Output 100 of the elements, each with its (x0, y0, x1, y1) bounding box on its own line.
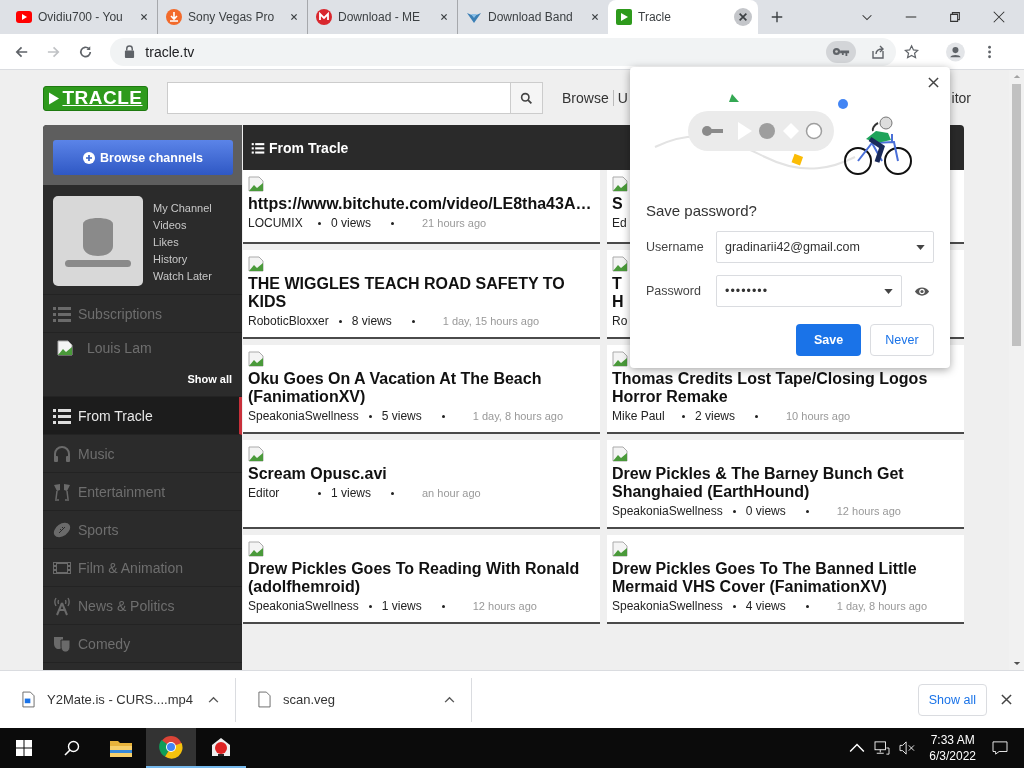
show-all-button[interactable]: Show all (917, 683, 987, 716)
close-icon[interactable] (992, 10, 1006, 24)
browser-tab[interactable]: Download Band (458, 0, 608, 34)
upload-time: 10 hours ago (786, 409, 851, 424)
play-icon (616, 9, 632, 25)
broken-image-icon (612, 446, 628, 462)
broken-image-icon (248, 256, 264, 272)
video-title[interactable]: Scream Opusc.avi (248, 465, 596, 483)
upload-time: 1 day, 8 hours ago (472, 409, 564, 424)
key-icon[interactable] (825, 40, 856, 63)
upload-time: 1 day, 15 hours ago (442, 314, 540, 329)
video-title[interactable]: Drew Pickles & The Barney Bunch Get Shanghaied (EarthHound) (612, 465, 960, 501)
video-title[interactable]: THE WIGGLES TEACH ROAD SAFETY TO KIDS (248, 275, 596, 311)
scrollbar[interactable] (1009, 70, 1024, 670)
browser-tab[interactable]: Tracle (608, 0, 758, 34)
plus-icon[interactable] (770, 10, 784, 24)
nav-link[interactable]: itor (951, 90, 971, 106)
view-count: 0 views (745, 504, 787, 519)
close-icon[interactable] (734, 8, 752, 26)
view-count: 1 views (331, 486, 372, 501)
profile-link[interactable]: Watch Later (153, 268, 212, 285)
video-title[interactable]: Oku Goes On A Vacation At The Beach (FanimationXV) (248, 370, 596, 406)
video-title[interactable]: https://www.bitchute.com/video/LE8tha43A… (248, 195, 596, 213)
search-button[interactable] (511, 82, 543, 114)
download-item[interactable]: scan.veg (236, 677, 472, 722)
list-icon (251, 140, 265, 155)
channel-name[interactable]: Mike Paul (612, 409, 672, 424)
upload-time: 12 hours ago (836, 504, 901, 519)
download-item[interactable]: Y2Mate.is - CURS....mp4 (0, 677, 236, 722)
view-count: 4 views (745, 599, 787, 614)
clock[interactable]: 7:33 AM 6/3/2022 (929, 732, 976, 764)
profile-icon[interactable] (945, 41, 965, 62)
browse-channels-button[interactable]: Browse channels (53, 140, 233, 175)
channel-name[interactable]: LOCUMIX (248, 216, 308, 231)
site-logo[interactable]: TRACLE (43, 85, 148, 111)
file-icon (258, 691, 271, 708)
caret-up-icon[interactable] (208, 696, 219, 703)
star-icon[interactable] (903, 43, 919, 60)
reload-icon[interactable] (78, 43, 94, 60)
address-bar[interactable]: tracle.tv (110, 37, 896, 66)
video-card[interactable]: https://www.bitchute.com/video/LE8tha43A… LOCUMIX 0 views 21 hours ago (243, 170, 600, 244)
dropdown-caret-icon[interactable] (884, 288, 893, 294)
channel-name[interactable]: SpeakoniaSwellness (248, 599, 359, 614)
notification-icon[interactable] (992, 741, 1008, 755)
share-icon[interactable] (869, 43, 886, 60)
search-field[interactable] (167, 82, 511, 114)
video-card[interactable]: Drew Pickles & The Barney Bunch Get Shanghaied (EarthHound) SpeakoniaSwellness 0 views 12 hours ago (607, 440, 964, 529)
username-field[interactable]: gradinarii42@gmail.com (716, 231, 934, 263)
video-title[interactable]: Drew Pickles Goes To The Banned Little Mermaid VHS Cover (FanimationXV) (612, 560, 960, 596)
never-button[interactable]: Never (870, 324, 934, 356)
plus-circle-icon (83, 151, 96, 164)
play-icon (48, 90, 61, 106)
profile-link[interactable]: Videos (153, 217, 212, 234)
channel-name[interactable]: SpeakoniaSwellness (248, 409, 359, 424)
view-count: 0 views (331, 216, 372, 231)
view-count: 2 views (695, 409, 736, 424)
close-icon[interactable] (928, 77, 939, 88)
category-item[interactable]: From Tracle (43, 397, 242, 435)
restore-icon[interactable] (948, 10, 962, 24)
caret-up-icon[interactable] (444, 696, 455, 703)
chevron-up-icon[interactable] (849, 741, 866, 755)
avatar-placeholder-icon (53, 196, 143, 286)
windows-start-icon[interactable] (16, 740, 32, 756)
save-button[interactable]: Save (796, 324, 861, 356)
eye-icon[interactable] (914, 285, 930, 297)
video-card[interactable]: Oku Goes On A Vacation At The Beach (FanimationXV) SpeakoniaSwellness 5 views 1 day, 8 hours ago (243, 345, 600, 434)
password-field[interactable]: •••••••• (716, 275, 902, 307)
show-all-link[interactable]: Show all (187, 373, 232, 385)
network-icon[interactable] (874, 741, 891, 755)
video-title[interactable]: Drew Pickles Goes To Reading With Ronald (adolfhemroid) (248, 560, 596, 596)
upload-time: 12 hours ago (472, 599, 537, 614)
upload-time: 21 hours ago (422, 216, 487, 231)
muted-speaker-icon[interactable] (899, 741, 916, 755)
m-logo-icon (316, 9, 332, 25)
upload-time: an hour ago (422, 486, 481, 501)
nav-link[interactable]: Browse (562, 90, 609, 106)
video-card[interactable]: THE WIGGLES TEACH ROAD SAFETY TO KIDS RoboticBloxxer 8 views 1 day, 15 hours ago (243, 250, 600, 339)
search-icon[interactable] (64, 740, 80, 756)
scroll-down-icon[interactable] (1012, 661, 1021, 666)
channel-name[interactable]: RoboticBloxxer (248, 314, 329, 329)
field-label: Password (646, 284, 702, 298)
video-card[interactable]: Scream Opusc.avi Editor 1 views an hour ago (243, 440, 600, 529)
profile-link[interactable]: My Channel (153, 200, 212, 217)
channel-name[interactable]: Editor (248, 486, 308, 501)
field-label: Username (646, 240, 705, 254)
close-icon[interactable] (1001, 694, 1012, 705)
file-icon (22, 691, 35, 708)
browser-icon[interactable] (146, 728, 196, 768)
video-card[interactable]: Drew Pickles Goes To Reading With Ronald (adolfhemroid) SpeakoniaSwellness 1 views 12 hours ago (243, 535, 600, 624)
broken-image-icon (248, 176, 264, 192)
glasses-icon (52, 481, 72, 502)
profile-link[interactable]: Likes (153, 234, 212, 251)
antenna-icon (52, 595, 72, 616)
video-title[interactable]: Thomas Credits Lost Tape/Closing Logos Horror Remake (612, 370, 960, 406)
profile-link[interactable]: History (153, 251, 212, 268)
view-count: 8 views (351, 314, 393, 329)
play-icon (16, 9, 32, 25)
channel-name[interactable]: SpeakoniaSwellness (612, 599, 723, 614)
channel-name[interactable]: SpeakoniaSwellness (612, 504, 723, 519)
video-card[interactable]: Drew Pickles Goes To The Banned Little Mermaid VHS Cover (FanimationXV) SpeakoniaSwellness 4 views 1 day, 8 hours ago (607, 535, 964, 624)
